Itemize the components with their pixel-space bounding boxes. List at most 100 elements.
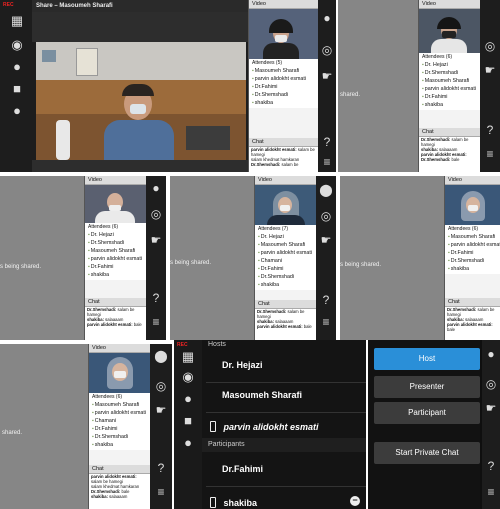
record-icon[interactable]: ◉	[9, 38, 25, 52]
participant-role-button[interactable]: Participant	[374, 402, 480, 424]
attendee-item[interactable]: Dr.Shemshadi	[258, 273, 313, 281]
record-button-icon[interactable]: ⬤	[154, 350, 168, 362]
right-column: Video Attendees (5) Masoumeh Sharafi par…	[248, 0, 318, 172]
participant-item[interactable]: Dr.Fahimi	[222, 464, 263, 474]
host-item[interactable]: Masoumeh Sharafi	[222, 390, 302, 400]
webcam-icon[interactable]: ◎	[320, 44, 334, 56]
chat-icon[interactable]: ●	[180, 436, 196, 450]
webcam-icon[interactable]: ◎	[483, 40, 497, 52]
attendee-item[interactable]: parvin alidokht esmati	[258, 249, 313, 257]
attendee-item[interactable]: Masoumeh Sharafi	[88, 247, 143, 255]
help-icon[interactable]: ?	[320, 136, 334, 148]
chat-message: bale	[447, 327, 455, 332]
camera-icon[interactable]: ■	[180, 414, 196, 428]
attendee-item[interactable]: Chamani	[258, 257, 313, 265]
attendee-item[interactable]: Dr.Fahimi	[258, 265, 313, 273]
video-header: Video	[89, 344, 150, 353]
chat-header: Chat	[89, 465, 150, 474]
menu-icon[interactable]: ≡	[483, 148, 497, 160]
rec-indicator: REC	[3, 2, 14, 8]
layout-icon[interactable]: ▦	[9, 14, 25, 28]
camera-icon[interactable]: ■	[9, 82, 25, 96]
host-item[interactable]: Dr. Hejazi	[222, 360, 263, 370]
attendee-item[interactable]: Masoumeh Sharafi	[252, 67, 315, 75]
participant-name: shakiba	[223, 497, 257, 508]
help-icon[interactable]: ?	[154, 462, 168, 474]
attendee-item[interactable]: parvin alidokht esmati	[92, 409, 147, 417]
attendee-item[interactable]: Dr.Shemshadi	[92, 433, 147, 441]
microphone-icon[interactable]: ●	[484, 348, 498, 360]
attendee-item[interactable]: Masoumeh Sharafi	[258, 241, 313, 249]
layout-icon[interactable]: ▦	[180, 350, 196, 364]
panel-attendees-2: shared. Video Attendees (6) Dr. Hejazi D…	[338, 0, 500, 172]
attendee-item[interactable]: Dr.Fahimi	[252, 83, 315, 91]
attendee-item[interactable]: Chamani	[92, 417, 147, 425]
attendee-item[interactable]: Dr. Hejazi	[422, 61, 477, 69]
attendee-item[interactable]: Dr.Fahimi	[92, 425, 147, 433]
help-icon[interactable]: ?	[149, 292, 163, 304]
menu-icon[interactable]: ≡	[320, 156, 334, 168]
right-column: Video Attendees (6) Masoumeh Sharafi par…	[444, 176, 500, 340]
user-icon[interactable]: ●	[180, 392, 196, 406]
help-icon[interactable]: ?	[484, 460, 498, 472]
attendees-header: Attendees (7)	[258, 226, 289, 232]
video-header: Video	[255, 176, 316, 185]
presenter-row[interactable]: parvin alidokht esmati	[210, 418, 318, 434]
attendee-item[interactable]: Masoumeh Sharafi	[422, 77, 477, 85]
help-icon[interactable]: ?	[483, 124, 497, 136]
start-private-chat-button[interactable]: Start Private Chat	[374, 442, 480, 464]
attendee-item[interactable]: Dr. Hejazi	[258, 233, 313, 241]
video-tile	[89, 353, 150, 393]
menu-icon[interactable]: ≡	[484, 486, 498, 498]
attendee-item[interactable]: Dr.Shemshadi	[88, 239, 143, 247]
participant-row[interactable]: shakiba	[210, 494, 257, 509]
webcam-icon[interactable]: ◎	[319, 210, 333, 222]
record-button-icon[interactable]: ⬤	[319, 184, 333, 196]
video-header: Video	[419, 0, 480, 9]
host-role-button[interactable]: Host	[374, 348, 480, 370]
attendee-item[interactable]: Dr.Shemshadi	[422, 69, 477, 77]
attendees-list: Attendees (6) Dr. Hejazi Dr.Shemshadi Ma…	[419, 53, 480, 110]
webcam-icon[interactable]: ◎	[484, 378, 498, 390]
attendee-item[interactable]: Dr.Shemshadi	[252, 91, 315, 99]
menu-icon[interactable]: ≡	[319, 316, 333, 328]
raise-hand-icon[interactable]: ☛	[149, 234, 163, 246]
attendee-item[interactable]: Dr.Fahimi	[422, 93, 477, 101]
attendees-header: Attendees (5)	[252, 60, 283, 66]
raise-hand-icon[interactable]: ☛	[320, 70, 334, 82]
raise-hand-icon[interactable]: ☛	[319, 234, 333, 246]
attendee-item[interactable]: shakiba	[422, 101, 477, 109]
right-column: Video Attendees (6) Dr. Hejazi Dr.Shemsh…	[418, 0, 480, 172]
help-icon[interactable]: ?	[319, 294, 333, 306]
menu-icon[interactable]: ≡	[154, 486, 168, 498]
attendee-item[interactable]: shakiba	[88, 271, 143, 279]
presenter-role-button[interactable]: Presenter	[374, 376, 480, 398]
attendee-item[interactable]: Dr.Shemshadi	[448, 257, 497, 265]
webcam-icon[interactable]: ◎	[149, 208, 163, 220]
raise-hand-icon[interactable]: ☛	[154, 404, 168, 416]
webcam-icon[interactable]: ◎	[154, 380, 168, 392]
chat-icon[interactable]: ●	[9, 104, 25, 118]
attendee-item[interactable]: parvin alidokht esmati	[88, 255, 143, 263]
record-icon[interactable]: ◉	[180, 370, 196, 384]
raise-hand-icon[interactable]: ☛	[483, 64, 497, 76]
remove-participant-icon[interactable]: −	[350, 496, 360, 506]
attendee-item[interactable]: Dr.Fahimi	[448, 249, 497, 257]
attendee-item[interactable]: parvin alidokht esmati	[252, 75, 315, 83]
attendee-item[interactable]: shakiba	[258, 281, 313, 289]
attendee-item[interactable]: Masoumeh Sharafi	[92, 401, 147, 409]
attendee-item[interactable]: parvin alidokht esmati	[422, 85, 477, 93]
attendee-item[interactable]: Masoumeh Sharafi	[448, 233, 497, 241]
shared-status-text: s being shared.	[170, 260, 212, 266]
microphone-icon[interactable]: ●	[149, 182, 163, 194]
microphone-icon[interactable]: ●	[320, 12, 334, 24]
attendee-item[interactable]: Dr. Hejazi	[88, 231, 143, 239]
raise-hand-icon[interactable]: ☛	[484, 402, 498, 414]
attendee-item[interactable]: parvin alidokht esmati	[448, 241, 500, 249]
attendee-item[interactable]: shakiba	[448, 265, 497, 273]
user-icon[interactable]: ●	[9, 60, 25, 74]
attendee-item[interactable]: shakiba	[252, 99, 315, 107]
attendee-item[interactable]: Dr.Fahimi	[88, 263, 143, 271]
menu-icon[interactable]: ≡	[149, 316, 163, 328]
attendee-item[interactable]: shakiba	[92, 441, 147, 449]
